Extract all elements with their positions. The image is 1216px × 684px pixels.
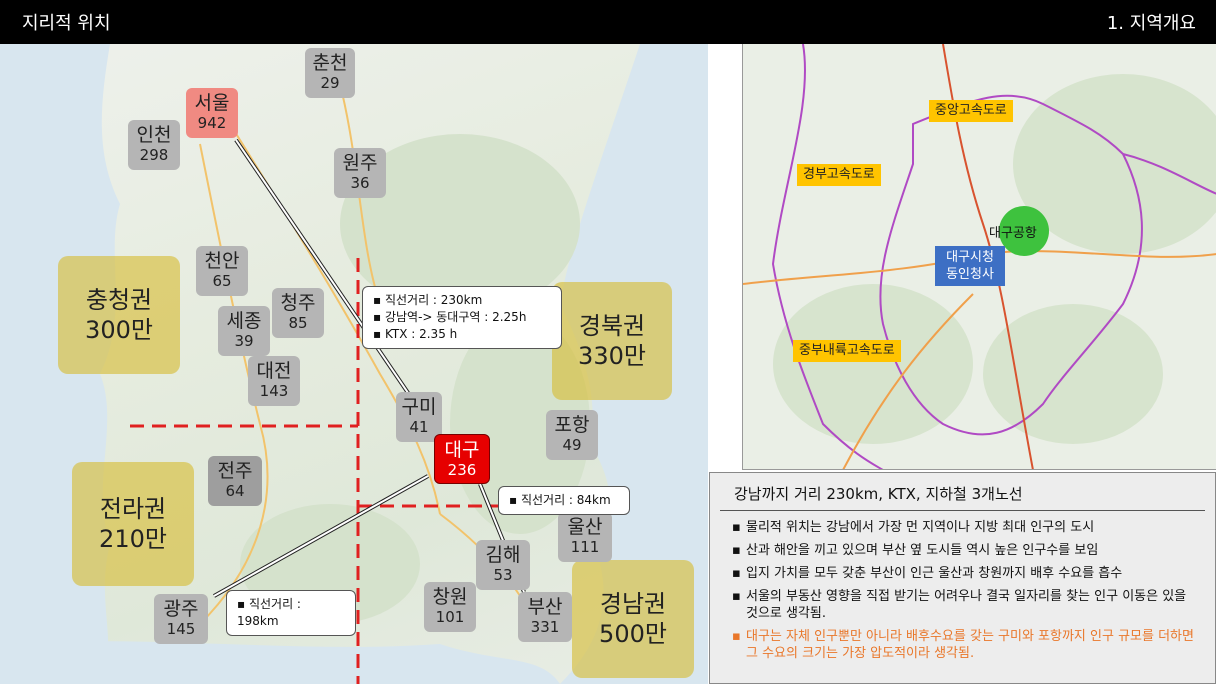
info-bullet: 서울의 부동산 영향을 직접 받기는 어려우나 결국 일자리를 찾는 인구 이동… xyxy=(732,588,1201,622)
info-bullet-highlight: 대구는 자체 인구뿐만 아니라 배후수요를 갖는 구미와 포항까지 인구 규모를… xyxy=(732,628,1201,662)
city-gwangju: 광주 145 xyxy=(154,594,208,644)
city-pohang: 포항 49 xyxy=(546,410,598,460)
city-busan: 부산 331 xyxy=(518,592,572,642)
road-label-jungang: 중앙고속도로 xyxy=(929,100,1013,122)
info-panel: 강남까지 거리 230km, KTX, 지하철 3개노선 물리적 위치는 강남에… xyxy=(709,472,1216,684)
section-label: 1. 지역개요 xyxy=(1106,13,1196,34)
korea-map: 충청권 300만 경북권 330만 전라권 210만 경남권 500만 춘천 2… xyxy=(0,44,708,684)
city-sejong: 세종 39 xyxy=(218,306,270,356)
info-bullet: 입지 가치를 모두 갖춘 부산이 인근 울산과 창원까지 배후 수요를 흡수 xyxy=(732,565,1201,582)
cityhall-label: 대구시청 동인청사 xyxy=(935,246,1005,286)
road-label-jungbu-naeryuk: 중부내륙고속도로 xyxy=(793,340,901,362)
city-gimhae: 김해 53 xyxy=(476,540,530,590)
mountain-shade xyxy=(773,284,973,444)
info-bullet: 산과 해안을 끼고 있으며 부산 옆 도시들 역시 높은 인구수를 보임 xyxy=(732,542,1201,559)
daegu-detail-map: 중앙고속도로 경부고속도로 중부내륙고속도로 대구공항 대구시청 동인청사 xyxy=(742,44,1216,470)
region-pop: 210만 xyxy=(99,525,167,553)
city-incheon: 인천 298 xyxy=(128,120,180,170)
city-seoul: 서울 942 xyxy=(186,88,238,138)
city-wonju: 원주 36 xyxy=(334,148,386,198)
callout-seoul-distance: ▪ 직선거리 : 230km ▪ 강남역-> 동대구역 : 2.25h ▪ KT… xyxy=(362,286,562,349)
city-jeonju: 전주 64 xyxy=(208,456,262,506)
callout-gwangju-distance: ▪ 직선거리 : 198km xyxy=(226,590,356,636)
city-cheongju: 청주 85 xyxy=(272,288,324,338)
region-gyeongnam: 경남권 500만 xyxy=(572,560,694,678)
page-title: 지리적 위치 xyxy=(22,13,111,34)
region-pop: 330만 xyxy=(578,342,646,370)
region-name: 전라권 xyxy=(99,495,167,523)
region-name: 경북권 xyxy=(578,312,646,340)
callout-busan-distance: ▪ 직선거리 : 84km xyxy=(498,486,630,515)
region-name: 충청권 xyxy=(85,286,153,314)
region-chungcheong: 충청권 300만 xyxy=(58,256,180,374)
info-bullet-list: 물리적 위치는 강남에서 가장 먼 지역이나 지방 최대 인구의 도시 산과 해… xyxy=(710,511,1215,662)
region-name: 경남권 xyxy=(599,590,667,618)
header-bar: 지리적 위치 1. 지역개요 xyxy=(0,0,1216,44)
region-pop: 300만 xyxy=(85,316,153,344)
mountain-shade xyxy=(983,304,1163,444)
road-label-gyeongbu: 경부고속도로 xyxy=(797,164,881,186)
city-ulsan: 울산 111 xyxy=(558,512,612,562)
region-jeolla: 전라권 210만 xyxy=(72,462,194,586)
city-chuncheon: 춘천 29 xyxy=(305,48,355,98)
info-title: 강남까지 거리 230km, KTX, 지하철 3개노선 xyxy=(720,473,1205,511)
city-daejeon: 대전 143 xyxy=(248,356,300,406)
city-daegu: 대구 236 xyxy=(434,434,490,484)
airport-label: 대구공항 xyxy=(989,226,1037,241)
south-sea xyxy=(0,641,560,684)
info-bullet: 물리적 위치는 강남에서 가장 먼 지역이나 지방 최대 인구의 도시 xyxy=(732,519,1201,536)
region-pop: 500만 xyxy=(599,620,667,648)
region-gyeongbuk: 경북권 330만 xyxy=(552,282,672,400)
city-changwon: 창원 101 xyxy=(424,582,476,632)
city-cheonan: 천안 65 xyxy=(196,246,248,296)
